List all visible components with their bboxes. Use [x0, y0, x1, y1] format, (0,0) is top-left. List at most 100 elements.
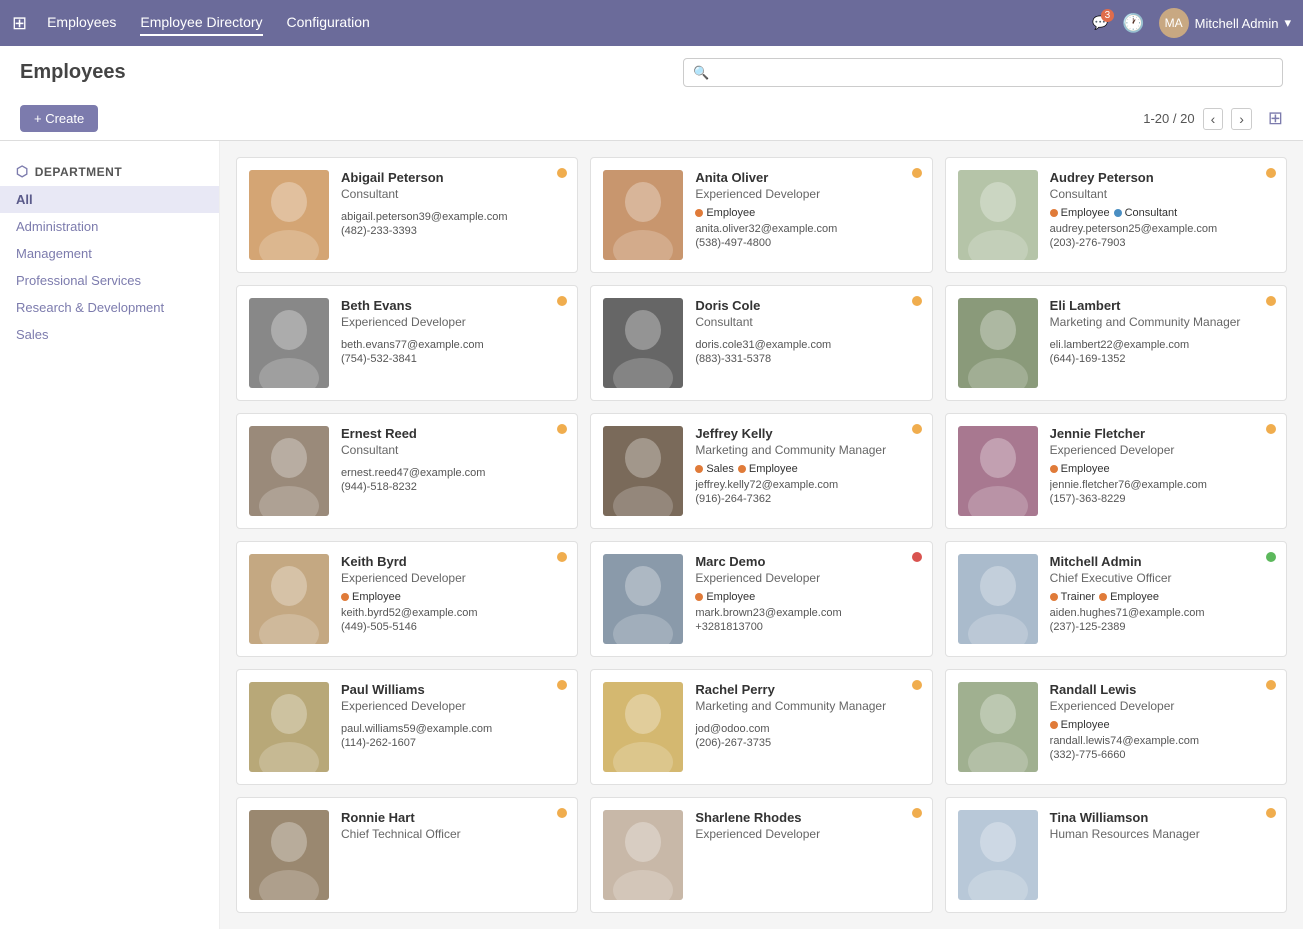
employee-photo	[958, 682, 1038, 772]
employee-card[interactable]: Audrey Peterson Consultant Employee Cons…	[945, 157, 1287, 273]
employee-card[interactable]: Jeffrey Kelly Marketing and Community Ma…	[590, 413, 932, 529]
employee-info: Audrey Peterson Consultant Employee Cons…	[1050, 170, 1274, 260]
sidebar-item-professional-services[interactable]: Professional Services	[0, 267, 219, 294]
employee-card[interactable]: Mitchell Admin Chief Executive Officer T…	[945, 541, 1287, 657]
user-menu[interactable]: MA Mitchell Admin ▾	[1159, 8, 1291, 38]
tag-dot	[1050, 209, 1058, 217]
employee-tag: Employee	[341, 591, 401, 603]
employee-tags: Employee	[341, 591, 565, 603]
employee-email: eli.lambert22@example.com	[1050, 339, 1274, 351]
employee-phone: (206)-267-3735	[695, 737, 919, 749]
employee-card[interactable]: Marc Demo Experienced Developer Employee…	[590, 541, 932, 657]
tag-label: Trainer	[1061, 591, 1095, 603]
employee-card[interactable]: Doris Cole Consultant doris.cole31@examp…	[590, 285, 932, 401]
employee-phone: (644)-169-1352	[1050, 353, 1274, 365]
employee-phone: (157)-363-8229	[1050, 493, 1274, 505]
employee-job-title: Consultant	[695, 315, 919, 329]
tag-dot	[1114, 209, 1122, 217]
status-dot	[1266, 808, 1276, 818]
employee-card[interactable]: Anita Oliver Experienced Developer Emplo…	[590, 157, 932, 273]
tag-dot	[1099, 593, 1107, 601]
grid-view-icon[interactable]: ⊞	[1268, 108, 1283, 129]
employee-phone: +3281813700	[695, 621, 919, 633]
employee-phone: (883)-331-5378	[695, 353, 919, 365]
search-input[interactable]	[683, 58, 1283, 87]
employee-name: Anita Oliver	[695, 170, 919, 185]
sidebar-item-research-development[interactable]: Research & Development	[0, 294, 219, 321]
employee-card[interactable]: Jennie Fletcher Experienced Developer Em…	[945, 413, 1287, 529]
employee-info: Paul Williams Experienced Developer paul…	[341, 682, 565, 772]
employee-tags: Employee	[695, 207, 919, 219]
employee-card[interactable]: Ernest Reed Consultant ernest.reed47@exa…	[236, 413, 578, 529]
employee-photo	[958, 810, 1038, 900]
status-dot	[557, 552, 567, 562]
user-avatar: MA	[1159, 8, 1189, 38]
nav-configuration[interactable]: Configuration	[287, 10, 370, 36]
employee-photo	[249, 426, 329, 516]
employee-info: Ronnie Hart Chief Technical Officer	[341, 810, 565, 900]
sidebar-item-all[interactable]: All	[0, 186, 219, 213]
sidebar: ⬡ DEPARTMENT All Administration Manageme…	[0, 141, 220, 929]
status-dot	[557, 424, 567, 434]
employee-photo	[249, 170, 329, 260]
employee-name: Randall Lewis	[1050, 682, 1274, 697]
employee-card[interactable]: Abigail Peterson Consultant abigail.pete…	[236, 157, 578, 273]
employee-job-title: Human Resources Manager	[1050, 827, 1274, 841]
employee-card[interactable]: Paul Williams Experienced Developer paul…	[236, 669, 578, 785]
tag-dot	[738, 465, 746, 473]
employee-card[interactable]: Keith Byrd Experienced Developer Employe…	[236, 541, 578, 657]
employee-card[interactable]: Rachel Perry Marketing and Community Man…	[590, 669, 932, 785]
tag-dot	[341, 593, 349, 601]
page-header: Employees 🔍 + Create 1-20 / 20 ‹ › ⊞	[0, 46, 1303, 141]
employee-tag: Employee	[1050, 463, 1110, 475]
tag-label: Employee	[1061, 207, 1110, 219]
employee-tag: Employee	[695, 591, 755, 603]
status-dot	[912, 296, 922, 306]
employee-card[interactable]: Sharlene Rhodes Experienced Developer	[590, 797, 932, 913]
employee-tags: Employee Consultant	[1050, 207, 1274, 219]
notification-badge: 3	[1101, 9, 1115, 22]
employee-tag: Sales	[695, 463, 734, 475]
sidebar-item-management[interactable]: Management	[0, 240, 219, 267]
clock-icon[interactable]: 🕐	[1122, 13, 1144, 34]
status-dot	[557, 296, 567, 306]
status-dot	[557, 168, 567, 178]
employee-photo	[958, 426, 1038, 516]
employee-email: ernest.reed47@example.com	[341, 467, 565, 479]
nav-employees[interactable]: Employees	[47, 10, 116, 36]
nav-employee-directory[interactable]: Employee Directory	[140, 10, 262, 36]
employee-email: jennie.fletcher76@example.com	[1050, 479, 1274, 491]
employee-tag: Consultant	[1114, 207, 1178, 219]
employee-card[interactable]: Ronnie Hart Chief Technical Officer	[236, 797, 578, 913]
employee-phone: (237)-125-2389	[1050, 621, 1274, 633]
employee-card[interactable]: Tina Williamson Human Resources Manager	[945, 797, 1287, 913]
employee-info: Randall Lewis Experienced Developer Empl…	[1050, 682, 1274, 772]
sidebar-item-sales[interactable]: Sales	[0, 321, 219, 348]
employee-photo	[249, 298, 329, 388]
apps-menu-icon[interactable]: ⊞	[12, 13, 27, 34]
employee-card[interactable]: Eli Lambert Marketing and Community Mana…	[945, 285, 1287, 401]
employee-email: paul.williams59@example.com	[341, 723, 565, 735]
sidebar-item-administration[interactable]: Administration	[0, 213, 219, 240]
employee-tag: Employee	[1050, 719, 1110, 731]
employee-photo	[603, 170, 683, 260]
prev-page-button[interactable]: ‹	[1203, 108, 1224, 130]
employee-card[interactable]: Beth Evans Experienced Developer beth.ev…	[236, 285, 578, 401]
main-layout: ⬡ DEPARTMENT All Administration Manageme…	[0, 141, 1303, 929]
employee-info: Jennie Fletcher Experienced Developer Em…	[1050, 426, 1274, 516]
navbar: ⊞ Employees Employee Directory Configura…	[0, 0, 1303, 46]
notification-bell[interactable]: 💬 3	[1092, 15, 1108, 31]
employee-card[interactable]: Randall Lewis Experienced Developer Empl…	[945, 669, 1287, 785]
create-button[interactable]: + Create	[20, 105, 98, 132]
employee-phone: (916)-264-7362	[695, 493, 919, 505]
tag-label: Sales	[706, 463, 734, 475]
page-title: Employees	[20, 61, 683, 84]
tag-label: Employee	[352, 591, 401, 603]
employee-photo	[603, 554, 683, 644]
status-dot	[557, 680, 567, 690]
tag-dot	[1050, 721, 1058, 729]
next-page-button[interactable]: ›	[1231, 108, 1252, 130]
employee-info: Rachel Perry Marketing and Community Man…	[695, 682, 919, 772]
employee-phone: (332)-775-6660	[1050, 749, 1274, 761]
employee-photo	[603, 810, 683, 900]
